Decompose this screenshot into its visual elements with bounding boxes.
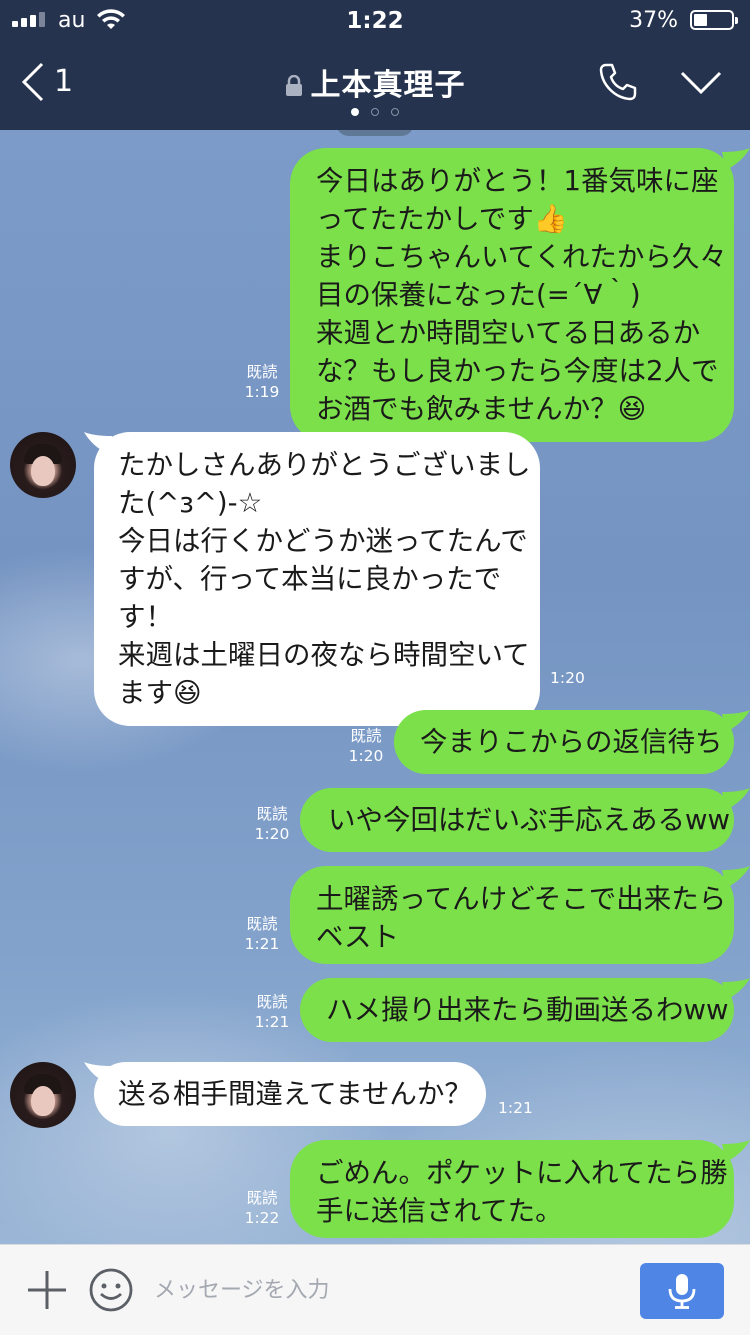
message-line: 来週とか時間空いてる日あるか [316,317,701,349]
bubble-tail [722,978,750,1000]
message-time: 1:21 [244,935,280,953]
bubble-tail [722,148,750,170]
read-receipt: 既読 [350,727,382,745]
message-line: 土曜誘ってんけどそこで出来たら [316,883,727,915]
message-time: 1:20 [348,747,384,765]
message-input[interactable] [152,1267,626,1313]
message-line: たかしさんありがとうございまし [118,449,531,481]
page-dot [371,108,379,116]
menu-button[interactable] [680,70,722,100]
read-receipt: 既読 [246,363,278,381]
message-meta: 既読 1:20 [250,804,294,844]
message-meta: 既読 1:21 [240,914,284,954]
chat-messages[interactable]: 今日はありがとう！1番気味に座 ってたたかしです👍 まりこちゃんいてくれたから久… [0,130,750,1244]
plus-icon [28,1271,66,1309]
message-line: 送る相手間違えてませんか？ [118,1078,472,1110]
phone-icon [599,63,637,101]
top-bar: au 1:22 37% 1 上本真理子 [0,0,750,130]
emoji-button[interactable] [88,1267,134,1317]
message-line: 手に送信されてた。 [316,1195,563,1227]
message-line: す！ [118,601,173,633]
my-message-bubble[interactable]: 今まりこからの返信待ち [394,710,734,774]
message-line: 来週は土曜日の夜なら時間空いて [118,639,530,671]
composer-bar [0,1244,750,1335]
message-line: ベスト [316,921,400,953]
message-time: 1:21 [254,1013,290,1031]
read-receipt: 既読 [256,993,288,1011]
message-meta: 1:20 [550,668,585,688]
message-meta: 既読 1:19 [240,362,284,402]
message-line: ます😆 [118,677,202,709]
message-line: いや今回はだいぶ手応えあるww [328,804,730,836]
message-meta: 既読 1:20 [344,726,388,766]
bubble-tail [84,432,112,454]
page-dot [351,108,359,116]
contact-avatar[interactable] [10,432,76,498]
message-meta: 既読 1:21 [250,992,294,1032]
chat-title: 上本真理子 [310,68,466,103]
bubble-tail [722,710,750,732]
microphone-icon [668,1274,696,1309]
message-time: 1:20 [550,669,585,687]
message-line: すが、行って本当に良かったで [118,563,502,595]
their-message-bubble[interactable]: たかしさんありがとうございまし た(^з^)-☆ 今日は行くかどうか迷ってたんで… [94,432,540,726]
bubble-tail [84,1062,112,1084]
message-line: な？もし良かったら今度は2人で [316,355,719,387]
read-receipt: 既読 [246,1189,278,1207]
my-message-bubble[interactable]: ハメ撮り出来たら動画送るわww [300,978,734,1042]
my-message-bubble[interactable]: 今日はありがとう！1番気味に座 ってたたかしです👍 まりこちゃんいてくれたから久… [290,148,734,442]
status-bar: au 1:22 37% [0,0,750,40]
message-line: まりこちゃんいてくれたから久々 [316,241,727,273]
message-meta: 既読 1:22 [240,1188,284,1228]
message-line: ごめん。ポケットに入れてたら勝 [316,1157,728,1189]
bubble-tail [722,866,750,888]
page-indicator [0,108,750,116]
message-line: 今日は行くかどうか迷ってたんで [118,525,528,557]
message-meta: 1:21 [498,1098,533,1118]
my-message-bubble[interactable]: ごめん。ポケットに入れてたら勝 手に送信されてた。 [290,1140,734,1238]
message-time: 1:22 [244,1209,280,1227]
message-line: お酒でも飲みませんか？😆 [316,393,647,425]
message-line: 今まりこからの返信待ち [420,726,723,758]
read-receipt: 既読 [256,805,288,823]
message-time: 1:21 [498,1099,533,1117]
message-time: 1:20 [254,825,290,843]
their-message-bubble[interactable]: 送る相手間違えてませんか？ [94,1062,486,1126]
battery-icon [690,10,738,30]
bubble-tail [722,1140,750,1162]
my-message-bubble[interactable]: 土曜誘ってんけどそこで出来たら ベスト [290,866,734,964]
previous-message-stub [336,130,414,136]
contact-avatar[interactable] [10,1062,76,1128]
message-line: た(^з^)-☆ [118,487,263,519]
bubble-tail [722,788,750,810]
voice-message-button[interactable] [640,1263,724,1319]
lock-icon [285,74,303,101]
chat-header: 1 上本真理子 [0,40,750,130]
message-line: 目の保養になった(=´∀｀) [316,279,641,311]
message-line: ってたたかしです👍 [316,203,569,235]
my-message-bubble[interactable]: いや今回はだいぶ手応えあるww [300,788,734,852]
page-dot [391,108,399,116]
battery-percent: 37% [629,8,678,33]
call-button[interactable] [598,62,638,106]
add-button[interactable] [26,1269,68,1315]
message-time: 1:19 [244,383,280,401]
chevron-down-icon [680,71,722,95]
message-line: ハメ撮り出来たら動画送るわww [326,994,729,1026]
smiley-icon [89,1268,133,1312]
read-receipt: 既読 [246,915,278,933]
message-line: 今日はありがとう！1番気味に座 [316,165,719,197]
